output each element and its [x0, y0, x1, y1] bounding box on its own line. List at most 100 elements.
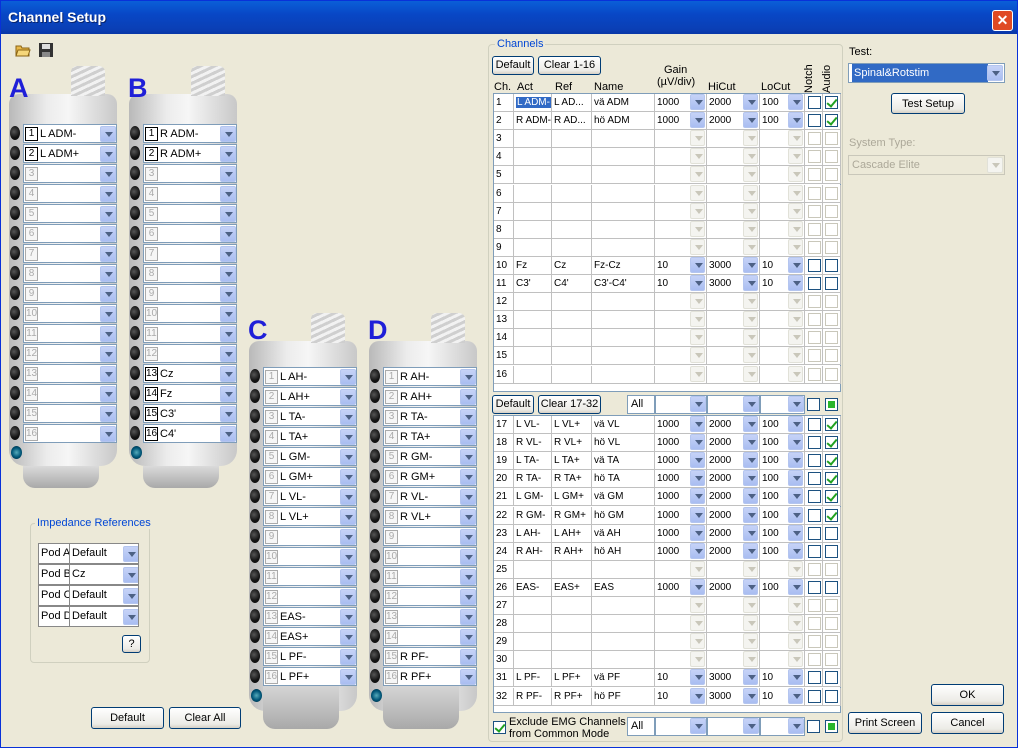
channel-gain-cell[interactable]: 1000	[655, 506, 707, 525]
channel-ref-cell[interactable]	[552, 329, 592, 348]
channel-act-cell[interactable]	[514, 311, 552, 330]
channel-ref-cell[interactable]	[552, 311, 592, 330]
notch-checkbox[interactable]	[808, 168, 821, 182]
channel-act-cell[interactable]: L VL-	[514, 416, 552, 434]
channel-ref-cell[interactable]	[552, 651, 592, 670]
pod-channel-select[interactable]: 9	[383, 527, 477, 546]
channel-hi-cell[interactable]	[707, 597, 760, 615]
pod-channel-select[interactable]: 16	[23, 424, 117, 443]
channel-gain-cell[interactable]: 1000	[655, 542, 707, 561]
notch-checkbox[interactable]	[808, 240, 821, 254]
channel-name-cell[interactable]: vä GM	[592, 488, 655, 507]
notch-checkbox[interactable]	[808, 526, 821, 540]
pod-channel-select[interactable]: 10	[143, 304, 237, 323]
channel-act-cell[interactable]	[514, 293, 552, 312]
channel-gain-cell[interactable]: 10	[655, 256, 707, 275]
pod-channel-select[interactable]: 10	[23, 304, 117, 323]
channel-hi-cell[interactable]	[707, 651, 760, 670]
channel-ref-cell[interactable]: R PF+	[552, 687, 592, 706]
notch-checkbox[interactable]	[808, 331, 821, 345]
notch-checkbox[interactable]	[808, 150, 821, 164]
channel-hi-cell[interactable]: 2000	[707, 112, 760, 131]
channel-act-cell[interactable]: R TA-	[514, 470, 552, 489]
channel-ref-cell[interactable]	[552, 220, 592, 239]
channel-name-cell[interactable]: C3'-C4'	[592, 275, 655, 293]
pod-channel-select[interactable]: 1L AH-	[263, 367, 357, 386]
channel-ref-cell[interactable]	[552, 184, 592, 203]
channel-name-cell[interactable]	[592, 365, 655, 384]
channel-name-cell[interactable]: vä PF	[592, 669, 655, 688]
channel-hi-cell[interactable]: 3000	[707, 275, 760, 293]
audio-checkbox[interactable]	[825, 562, 838, 576]
channel-gain-cell[interactable]: 10	[655, 275, 707, 293]
channel-act-cell[interactable]: R ADM-	[514, 112, 552, 131]
channel-lo-cell[interactable]	[760, 597, 805, 615]
notch-checkbox[interactable]	[808, 222, 821, 236]
notch-checkbox[interactable]	[808, 367, 821, 381]
channel-lo-cell[interactable]: 100	[760, 524, 805, 543]
audio-checkbox[interactable]	[825, 617, 838, 631]
channel-lo-cell[interactable]	[760, 365, 805, 384]
notch-checkbox[interactable]	[808, 96, 821, 109]
channel-gain-cell[interactable]	[655, 365, 707, 384]
channel-act-cell[interactable]: L TA-	[514, 452, 552, 471]
bulk-notch-checkbox[interactable]	[807, 398, 820, 411]
channel-lo-cell[interactable]	[760, 633, 805, 652]
pod-channel-select[interactable]: 2L ADM+	[23, 144, 117, 163]
channel-hi-cell[interactable]: 2000	[707, 542, 760, 561]
channel-lo-cell[interactable]: 100	[760, 94, 805, 112]
channel-lo-cell[interactable]: 100	[760, 434, 805, 453]
channel-lo-cell[interactable]	[760, 651, 805, 670]
channel-name-cell[interactable]: hö GM	[592, 506, 655, 525]
channel-name-cell[interactable]: Fz-Cz	[592, 256, 655, 275]
audio-checkbox[interactable]	[825, 635, 838, 649]
audio-checkbox[interactable]	[825, 240, 838, 254]
channel-name-cell[interactable]	[592, 293, 655, 312]
pod-channel-select[interactable]: 3	[143, 164, 237, 183]
pod-channel-select[interactable]: 5L GM-	[263, 447, 357, 466]
channel-hi-cell[interactable]: 2000	[707, 488, 760, 507]
default-button[interactable]: Default	[91, 707, 164, 729]
channel-hi-cell[interactable]: 2000	[707, 470, 760, 489]
pod-channel-select[interactable]: 15 C3'	[143, 404, 237, 423]
audio-checkbox[interactable]	[825, 150, 838, 164]
pod-channel-select[interactable]: 7R VL-	[383, 487, 477, 506]
channel-act-cell[interactable]	[514, 166, 552, 185]
audio-checkbox[interactable]	[825, 258, 838, 272]
pod-channel-select[interactable]: 12	[143, 344, 237, 363]
notch-checkbox[interactable]	[808, 544, 821, 558]
channel-name-cell[interactable]: hö AH	[592, 542, 655, 561]
clear-17-32-button[interactable]: Clear 17-32	[538, 395, 601, 414]
channel-hi-cell[interactable]: 2000	[707, 434, 760, 453]
pod-channel-select[interactable]: 5	[143, 204, 237, 223]
pod-channel-select[interactable]: 3	[23, 164, 117, 183]
bulk-select[interactable]	[760, 395, 805, 414]
channel-lo-cell[interactable]	[760, 615, 805, 634]
channel-act-cell[interactable]	[514, 202, 552, 221]
channel-act-cell[interactable]: R VL-	[514, 434, 552, 453]
channel-lo-cell[interactable]: 100	[760, 112, 805, 131]
pod-channel-select[interactable]: 8	[143, 264, 237, 283]
channel-ref-cell[interactable]	[552, 633, 592, 652]
channel-ref-cell[interactable]	[552, 130, 592, 149]
bulk-audio-checkbox[interactable]	[825, 398, 838, 411]
audio-checkbox[interactable]	[825, 367, 838, 381]
pod-channel-select[interactable]: 8	[23, 264, 117, 283]
notch-checkbox[interactable]	[808, 349, 821, 363]
impedance-reference-select[interactable]: Default	[69, 606, 139, 627]
channel-gain-cell[interactable]	[655, 560, 707, 579]
channel-hi-cell[interactable]: 2000	[707, 506, 760, 525]
channel-ref-cell[interactable]: R VL+	[552, 434, 592, 453]
channel-name-cell[interactable]: hö ADM	[592, 112, 655, 131]
channel-lo-cell[interactable]: 100	[760, 470, 805, 489]
channel-hi-cell[interactable]	[707, 365, 760, 384]
channel-gain-cell[interactable]: 1000	[655, 112, 707, 131]
channel-name-cell[interactable]: vä ADM	[592, 94, 655, 112]
pod-channel-select[interactable]: 13 EAS-	[263, 607, 357, 626]
channel-act-cell[interactable]: R PF-	[514, 687, 552, 706]
impedance-reference-select[interactable]: Default	[69, 585, 139, 606]
print-screen-button[interactable]: Print Screen	[848, 712, 922, 734]
channel-gain-cell[interactable]: 10	[655, 669, 707, 688]
channel-gain-cell[interactable]	[655, 347, 707, 366]
notch-checkbox[interactable]	[808, 635, 821, 649]
